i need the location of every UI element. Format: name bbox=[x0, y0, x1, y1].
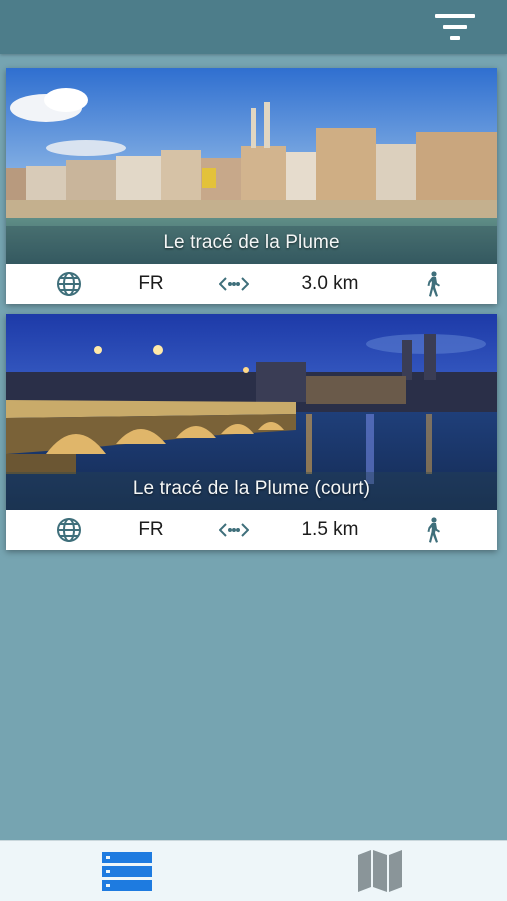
map-icon bbox=[358, 850, 402, 892]
route-title: Le tracé de la Plume (court) bbox=[132, 478, 371, 499]
filter-icon bbox=[435, 14, 475, 40]
route-card[interactable]: Le tracé de la Plume FR 3.0 km bbox=[6, 68, 497, 304]
route-title: Le tracé de la Plume bbox=[163, 232, 340, 253]
tab-list[interactable] bbox=[101, 851, 153, 893]
route-language: FR bbox=[138, 273, 164, 294]
globe-icon bbox=[54, 510, 84, 550]
tab-map[interactable] bbox=[356, 849, 404, 893]
filter-button[interactable] bbox=[433, 12, 477, 44]
walking-icon bbox=[420, 510, 446, 550]
globe-icon bbox=[54, 264, 84, 304]
route-card[interactable]: Le tracé de la Plume (court) FR 1.5 km bbox=[6, 314, 497, 550]
route-language: FR bbox=[138, 519, 164, 540]
route-info-bar: FR 1.5 km bbox=[6, 510, 497, 550]
route-distance: 1.5 km bbox=[301, 519, 359, 540]
distance-icon bbox=[216, 264, 252, 304]
list-icon bbox=[102, 852, 152, 891]
route-info-bar: FR 3.0 km bbox=[6, 264, 497, 304]
route-photo: Le tracé de la Plume bbox=[6, 68, 497, 264]
route-photo: Le tracé de la Plume (court) bbox=[6, 314, 497, 510]
distance-icon bbox=[216, 510, 252, 550]
bottom-tab-bar bbox=[0, 840, 507, 901]
top-bar bbox=[0, 0, 507, 54]
route-distance: 3.0 km bbox=[301, 273, 359, 294]
walking-icon bbox=[420, 264, 446, 304]
